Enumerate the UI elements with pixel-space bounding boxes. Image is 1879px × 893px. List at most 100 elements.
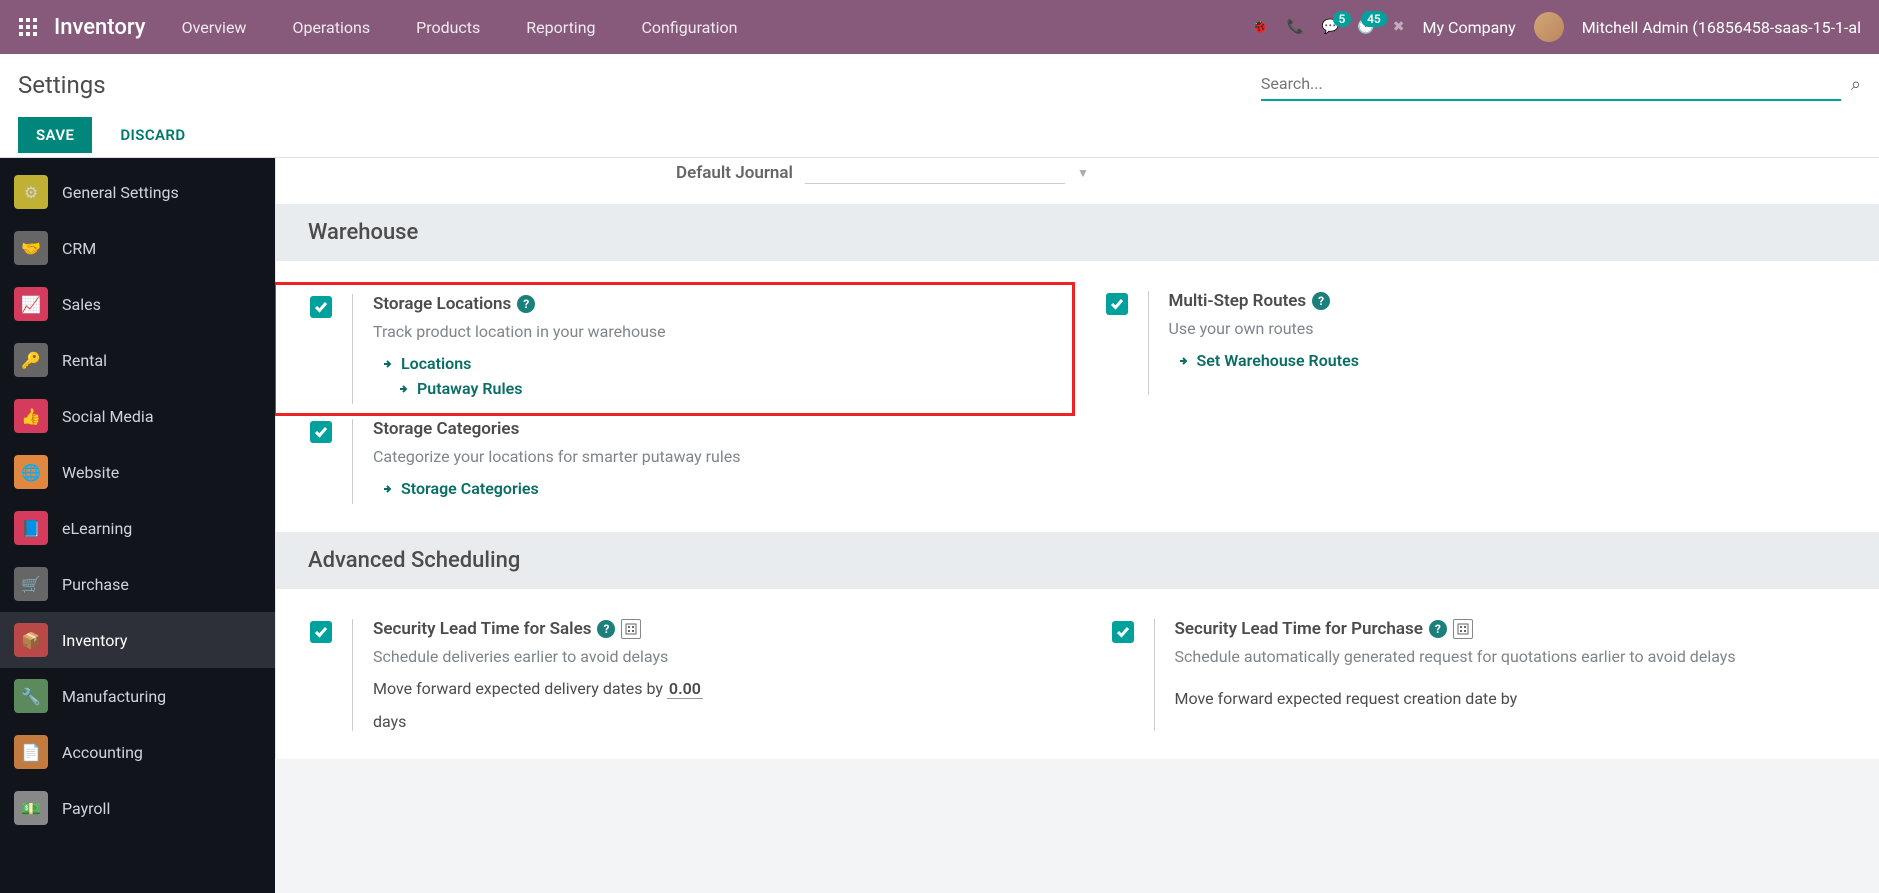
body: ⚙General Settings 🤝 CRM 📈 Sales 🔑 Rental 👍S… (0, 158, 1879, 893)
topbar: Inventory Overview Operations Products R… (0, 0, 1879, 54)
default-journal-select[interactable] (805, 162, 1065, 184)
security-purchase-checkbox[interactable] (1112, 621, 1134, 643)
sidebar-item-label: eLearning (62, 519, 132, 538)
sidebar-item-label: Purchase (62, 575, 129, 594)
topmenu-overview[interactable]: Overview (174, 12, 255, 43)
help-icon[interactable]: ? (517, 295, 535, 313)
phone-icon[interactable]: 📞 (1286, 19, 1303, 35)
sidebar-item-label: Payroll (62, 799, 110, 818)
topbar-right: 🐞 📞 💬5 🕐45 ✖ My Company Mitchell Admin (… (1251, 12, 1869, 42)
security-purchase-desc: Schedule automatically generated request… (1175, 645, 1856, 669)
gear-icon: ⚙ (14, 175, 48, 209)
section-advanced-header: Advanced Scheduling (276, 532, 1879, 589)
activities-icon[interactable]: 🕐45 (1357, 19, 1374, 35)
security-sales-extra: Move forward expected delivery dates by … (373, 679, 1054, 698)
handshake-icon: 🤝 (14, 231, 48, 265)
help-icon[interactable]: ? (597, 620, 615, 638)
set-warehouse-routes-link[interactable]: Set Warehouse Routes (1169, 351, 1850, 370)
storage-categories-checkbox[interactable] (310, 421, 332, 443)
multistep-desc: Use your own routes (1169, 317, 1850, 341)
tools-icon[interactable]: ✖ (1393, 19, 1405, 35)
divider (1148, 291, 1149, 395)
putaway-rules-link[interactable]: Putaway Rules (373, 379, 1048, 398)
sidebar-item-label: Sales (62, 295, 101, 314)
divider (352, 619, 353, 731)
topmenu-configuration[interactable]: Configuration (634, 12, 746, 43)
app-name[interactable]: Inventory (54, 15, 146, 40)
help-icon[interactable]: ? (1429, 620, 1447, 638)
default-journal-label: Default Journal (676, 163, 793, 183)
sidebar-item-manufacturing[interactable]: 🔧Manufacturing (0, 668, 275, 724)
book-icon: 📘 (14, 511, 48, 545)
messages-icon[interactable]: 💬5 (1322, 19, 1339, 35)
activities-count: 45 (1361, 11, 1387, 27)
user-menu[interactable]: Mitchell Admin (16856458-saas-15-1-al (1582, 18, 1861, 37)
sidebar-item-crm[interactable]: 🤝 CRM (0, 220, 275, 276)
sidebar-item-social-media[interactable]: 👍Social Media (0, 388, 275, 444)
sidebar-item-website[interactable]: 🌐Website (0, 444, 275, 500)
chevron-down-icon[interactable]: ▼ (1077, 166, 1089, 180)
topmenu-products[interactable]: Products (408, 12, 488, 43)
help-icon[interactable]: ? (1312, 292, 1330, 310)
sidebar-item-label: Social Media (62, 407, 154, 426)
multistep-title: Multi-Step Routes (1169, 291, 1307, 311)
sidebar-item-label: Rental (62, 351, 107, 370)
settings-sidebar: ⚙General Settings 🤝 CRM 📈 Sales 🔑 Rental 👍S… (0, 158, 275, 893)
sidebar-item-label: Accounting (62, 743, 143, 762)
security-sales-checkbox[interactable] (310, 621, 332, 643)
sidebar-item-payroll[interactable]: 💵 Payroll (0, 780, 275, 836)
sidebar-item-elearning[interactable]: 📘 eLearning (0, 500, 275, 556)
option-storage-categories: Storage Categories Categorize your locat… (276, 413, 1078, 522)
bug-icon[interactable]: 🐞 (1251, 19, 1268, 35)
storage-locations-title: Storage Locations (373, 294, 511, 314)
building-icon[interactable] (621, 619, 641, 639)
storage-locations-desc: Track product location in your warehouse (373, 320, 1048, 344)
security-sales-extra-prefix: Move forward expected delivery dates by (373, 679, 667, 698)
storage-locations-checkbox[interactable] (310, 296, 332, 318)
page-title: Settings (18, 71, 106, 99)
security-sales-days-input[interactable]: 0.00 (667, 679, 703, 699)
sidebar-item-label: CRM (62, 239, 96, 258)
default-journal-field: Default Journal ▼ (276, 158, 1879, 204)
sidebar-item-purchase[interactable]: 🛒 Purchase (0, 556, 275, 612)
option-security-lead-sales: Security Lead Time for Sales ? Schedule … (276, 613, 1078, 749)
option-empty (1078, 413, 1879, 522)
boxes-icon: 📦 (14, 623, 48, 657)
sidebar-item-rental[interactable]: 🔑 Rental (0, 332, 275, 388)
sidebar-item-sales[interactable]: 📈 Sales (0, 276, 275, 332)
sidebar-item-general-settings[interactable]: ⚙General Settings (0, 164, 275, 220)
cart-icon: 🛒 (14, 567, 48, 601)
multistep-routes-checkbox[interactable] (1106, 293, 1128, 315)
key-icon: 🔑 (14, 343, 48, 377)
divider (1154, 619, 1155, 731)
option-security-lead-purchase: Security Lead Time for Purchase ? Schedu… (1078, 613, 1879, 749)
subheader: Settings ⌕ SAVE DISCARD (0, 54, 1879, 158)
section-warehouse-header: Warehouse (276, 204, 1879, 261)
security-sales-title: Security Lead Time for Sales (373, 619, 591, 639)
file-icon: 📄 (14, 735, 48, 769)
search-input[interactable] (1261, 68, 1841, 101)
sidebar-item-accounting[interactable]: 📄 Accounting (0, 724, 275, 780)
locations-link[interactable]: Locations (373, 354, 1048, 373)
money-icon: 💵 (14, 791, 48, 825)
divider (352, 294, 353, 404)
topmenu-reporting[interactable]: Reporting (518, 12, 603, 43)
apps-launcher-icon[interactable] (10, 9, 46, 45)
avatar[interactable] (1534, 12, 1564, 42)
company-switcher[interactable]: My Company (1423, 18, 1516, 37)
warehouse-options: Storage Locations ? Track product locati… (276, 261, 1879, 532)
storage-categories-link[interactable]: Storage Categories (373, 479, 1054, 498)
search-icon[interactable]: ⌕ (1851, 74, 1861, 95)
advanced-options: Security Lead Time for Sales ? Schedule … (276, 589, 1879, 759)
sidebar-item-label: Inventory (62, 631, 128, 650)
security-purchase-title: Security Lead Time for Purchase (1175, 619, 1423, 639)
discard-button[interactable]: DISCARD (110, 117, 195, 153)
settings-main[interactable]: Default Journal ▼ Warehouse Storage Loca… (275, 158, 1879, 893)
chart-line-icon: 📈 (14, 287, 48, 321)
topmenu-operations[interactable]: Operations (284, 12, 378, 43)
save-button[interactable]: SAVE (18, 117, 92, 153)
security-sales-desc: Schedule deliveries earlier to avoid del… (373, 645, 1054, 669)
building-icon[interactable] (1453, 619, 1473, 639)
sidebar-item-inventory[interactable]: 📦 Inventory (0, 612, 275, 668)
storage-categories-title: Storage Categories (373, 419, 519, 439)
